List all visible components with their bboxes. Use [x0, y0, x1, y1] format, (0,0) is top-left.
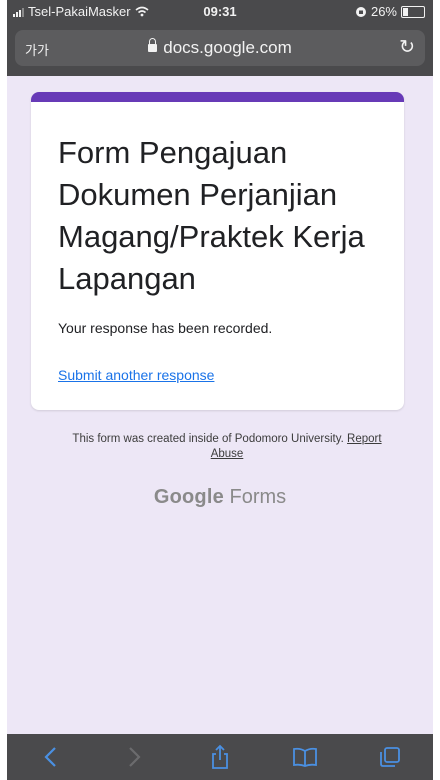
submit-another-response-link[interactable]: Submit another response [58, 367, 214, 383]
url-display[interactable]: docs.google.com [15, 38, 425, 58]
brand-forms: Forms [229, 486, 287, 508]
lock-icon [148, 38, 158, 52]
form-card: Form Pengajuan Dokumen Perjanjian Magang… [31, 92, 404, 410]
forward-icon[interactable] [117, 739, 153, 775]
confirmation-message: Your response has been recorded. [58, 320, 273, 336]
footer-note: This form was created inside of Podomoro… [57, 432, 397, 462]
back-icon[interactable] [32, 739, 68, 775]
orientation-lock-icon [355, 6, 366, 17]
battery-fill [403, 7, 408, 16]
footer-note-text: This form was created inside of Podomoro… [72, 433, 344, 445]
tabs-icon[interactable] [372, 739, 408, 775]
status-right: 26% [355, 4, 425, 19]
url-text: docs.google.com [163, 38, 292, 57]
phone-screen: Tsel-PakaiMasker 09:31 26% 가가 docs.googl… [7, 0, 433, 780]
battery-percent: 26% [370, 4, 397, 19]
form-title: Form Pengajuan Dokumen Perjanjian Magang… [58, 135, 365, 296]
brand-google: Google [153, 486, 224, 508]
share-icon[interactable] [202, 739, 238, 775]
battery-icon [401, 5, 425, 18]
reload-icon[interactable]: ↻ [399, 36, 415, 59]
browser-address-bar: 가가 docs.google.com ↻ [7, 24, 433, 76]
card-accent-bar [31, 92, 404, 102]
bookmarks-icon[interactable] [287, 739, 323, 775]
browser-toolbar [7, 734, 433, 780]
google-forms-logo: Google Forms [7, 486, 433, 509]
url-field[interactable]: 가가 docs.google.com ↻ [15, 30, 425, 66]
status-bar: Tsel-PakaiMasker 09:31 26% [7, 0, 433, 24]
